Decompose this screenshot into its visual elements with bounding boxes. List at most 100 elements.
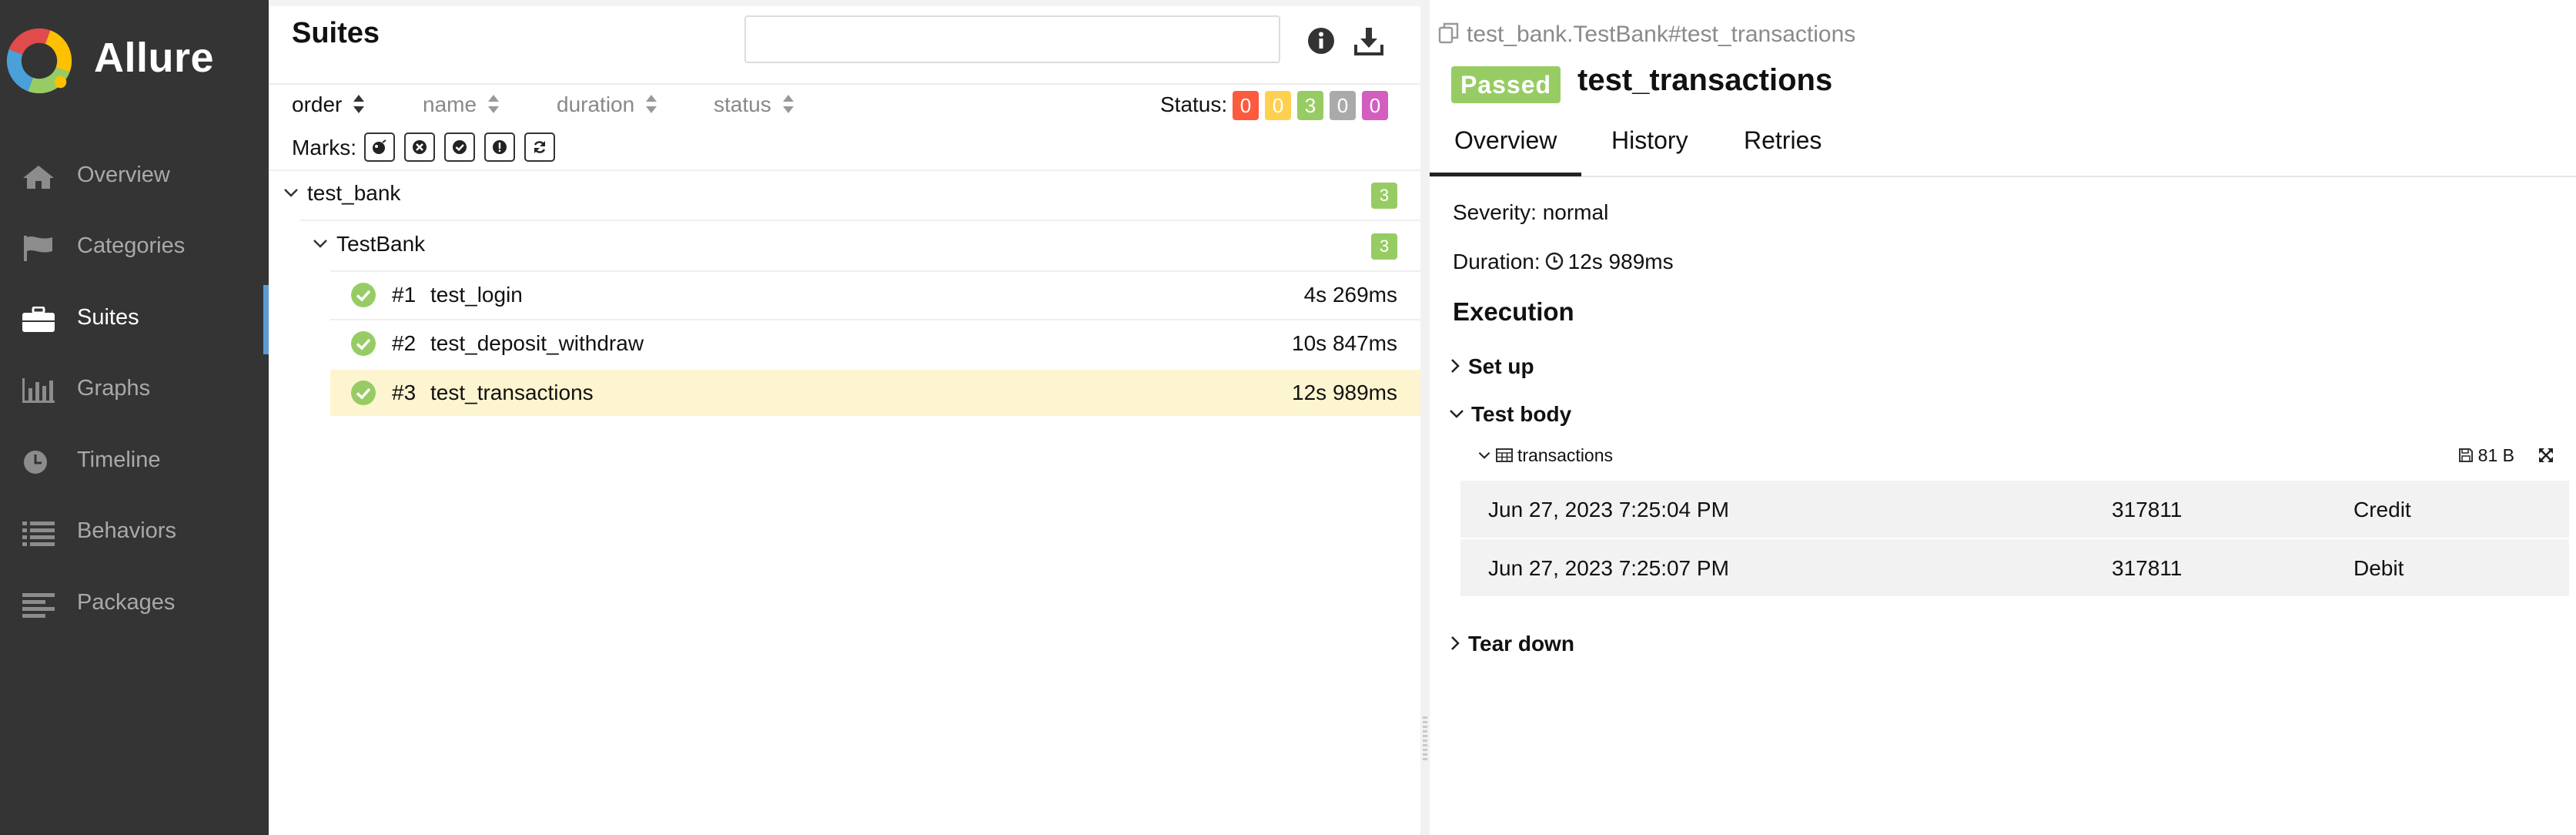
class-count-badge: 3 [1371,233,1397,260]
sidebar-item-categories[interactable]: Categories [0,213,269,283]
sort-arrows-icon [646,94,657,113]
test-row-selected[interactable]: #3 test_transactions 12s 989ms [330,370,1420,416]
sidebar-item-label: Categories [77,233,186,258]
mark-retries-status-change-button[interactable] [524,132,555,162]
sort-arrows-icon [353,94,365,113]
sort-order[interactable]: order [292,92,365,117]
download-icon[interactable] [1354,26,1383,55]
table-cell: Jun 27, 2023 7:25:07 PM [1488,556,1729,580]
test-number: #2 [392,331,417,355]
tree-class-row[interactable]: TestBank 3 [269,221,1420,269]
tree-suite-row[interactable]: test_bank 3 [269,170,1420,218]
duration-value: 12s 989ms [1567,250,1674,273]
passed-check-icon [351,381,376,405]
mark-new-passed-button[interactable] [444,132,475,162]
page-title: Suites [292,17,380,49]
test-duration: 10s 847ms [1292,331,1397,355]
mark-new-broken-button[interactable] [484,132,515,162]
status-filter-passed[interactable]: 3 [1297,91,1323,120]
test-number: #3 [392,381,417,404]
new-passed-icon [453,140,467,154]
table-cell: 317811 [2112,556,2183,580]
brand-name: Allure [94,35,215,81]
step-test-body[interactable]: Test body [1448,402,1571,427]
home-icon [23,166,54,189]
attachment-row[interactable]: transactions 81 B [1477,444,2576,471]
duration-line: Duration: 12s 989ms [1453,250,1674,274]
passed-check-icon [351,331,376,356]
suites-pane: Suites order name duration status Status… [269,0,1420,835]
brand[interactable]: Allure [0,0,269,123]
step-setup[interactable]: Set up [1448,354,1534,379]
attachment-table: Jun 27, 2023 7:25:04 PM 317811 Credit Ju… [1460,481,2569,596]
sort-name[interactable]: name [423,92,500,117]
status-filter-failed[interactable]: 0 [1233,91,1259,120]
align-left-icon [22,593,55,618]
search-input[interactable] [744,15,1280,63]
class-name: TestBank [336,232,426,256]
mark-new-failed-button[interactable] [404,132,435,162]
sidebar-item-label: Suites [77,305,139,330]
test-name: test_login [430,283,523,307]
sidebar-item-behaviors[interactable]: Behaviors [0,498,269,568]
chevron-right-icon [1451,358,1460,373]
status-filter-unknown[interactable]: 0 [1362,91,1388,120]
test-duration: 12s 989ms [1292,381,1397,404]
sort-duration[interactable]: duration [557,92,657,117]
info-icon[interactable] [1306,26,1336,55]
sidebar-item-suites[interactable]: Suites [0,285,269,354]
chevron-down-icon [284,189,298,197]
flag-icon [24,236,52,261]
attachment-name-line: transactions [1477,445,1613,466]
breadcrumb[interactable]: test_bank.TestBank#test_transactions [1437,22,1855,48]
test-name: test_transactions [430,381,594,404]
table-cell: 317811 [2112,498,2183,521]
test-number: #1 [392,283,417,307]
sidebar-item-overview[interactable]: Overview [0,143,269,212]
save-icon [2458,448,2473,462]
breadcrumb-text: test_bank.TestBank#test_transactions [1467,22,1856,47]
status-filter-broken[interactable]: 0 [1265,91,1291,120]
test-name: test_deposit_withdraw [430,331,644,355]
sidebar-item-label: Timeline [77,448,161,472]
splitter-grip[interactable] [1423,716,1427,763]
status-filter-label: Status: [1160,92,1228,116]
duration-label: Duration: [1453,250,1541,273]
test-row[interactable]: #2 test_deposit_withdraw 10s 847ms [330,320,1420,367]
step-teardown[interactable]: Tear down [1448,632,1574,656]
sidebar-item-label: Graphs [77,376,151,401]
table-row: Jun 27, 2023 7:25:04 PM 317811 Credit [1460,481,2569,538]
table-cell: Jun 27, 2023 7:25:04 PM [1488,498,1729,521]
test-row[interactable]: #1 test_login 4s 269ms [330,272,1420,318]
attachment-name: transactions [1517,445,1614,465]
status-filter-skipped[interactable]: 0 [1330,91,1356,120]
sidebar-item-graphs[interactable]: Graphs [0,356,269,425]
clock-icon [1545,252,1563,270]
pane-splitter[interactable] [1420,0,1430,835]
tab-retries[interactable]: Retries [1744,126,1822,155]
table-cell: Debit [2354,556,2404,580]
mark-flaky-button[interactable] [364,132,395,162]
table-cell: Credit [2354,498,2411,521]
sidebar: Allure Overview Categories Suites Graphs… [0,0,269,835]
table-row: Jun 27, 2023 7:25:07 PM 317811 Debit [1460,538,2569,596]
details-tabs: Overview History Retries [1429,116,2576,177]
sort-status[interactable]: status [714,92,795,117]
tab-history[interactable]: History [1611,126,1688,155]
clock-icon [24,451,47,474]
tab-overview[interactable]: Overview [1429,126,1582,176]
sidebar-item-label: Behaviors [77,518,176,543]
chevron-right-icon [1451,635,1460,650]
sidebar-item-timeline[interactable]: Timeline [0,428,269,497]
passed-check-icon [351,283,376,307]
status-badge: Passed [1451,66,1561,103]
chevron-down-icon [1450,409,1464,418]
sidebar-item-packages[interactable]: Packages [0,570,269,639]
expand-icon[interactable] [2538,447,2554,464]
suite-count-badge: 3 [1371,183,1397,209]
sidebar-item-label: Overview [77,163,170,187]
marks-label: Marks: [292,136,356,159]
chevron-down-icon [1478,451,1490,459]
copy-icon[interactable] [1437,22,1460,45]
sidebar-item-label: Packages [77,590,176,615]
